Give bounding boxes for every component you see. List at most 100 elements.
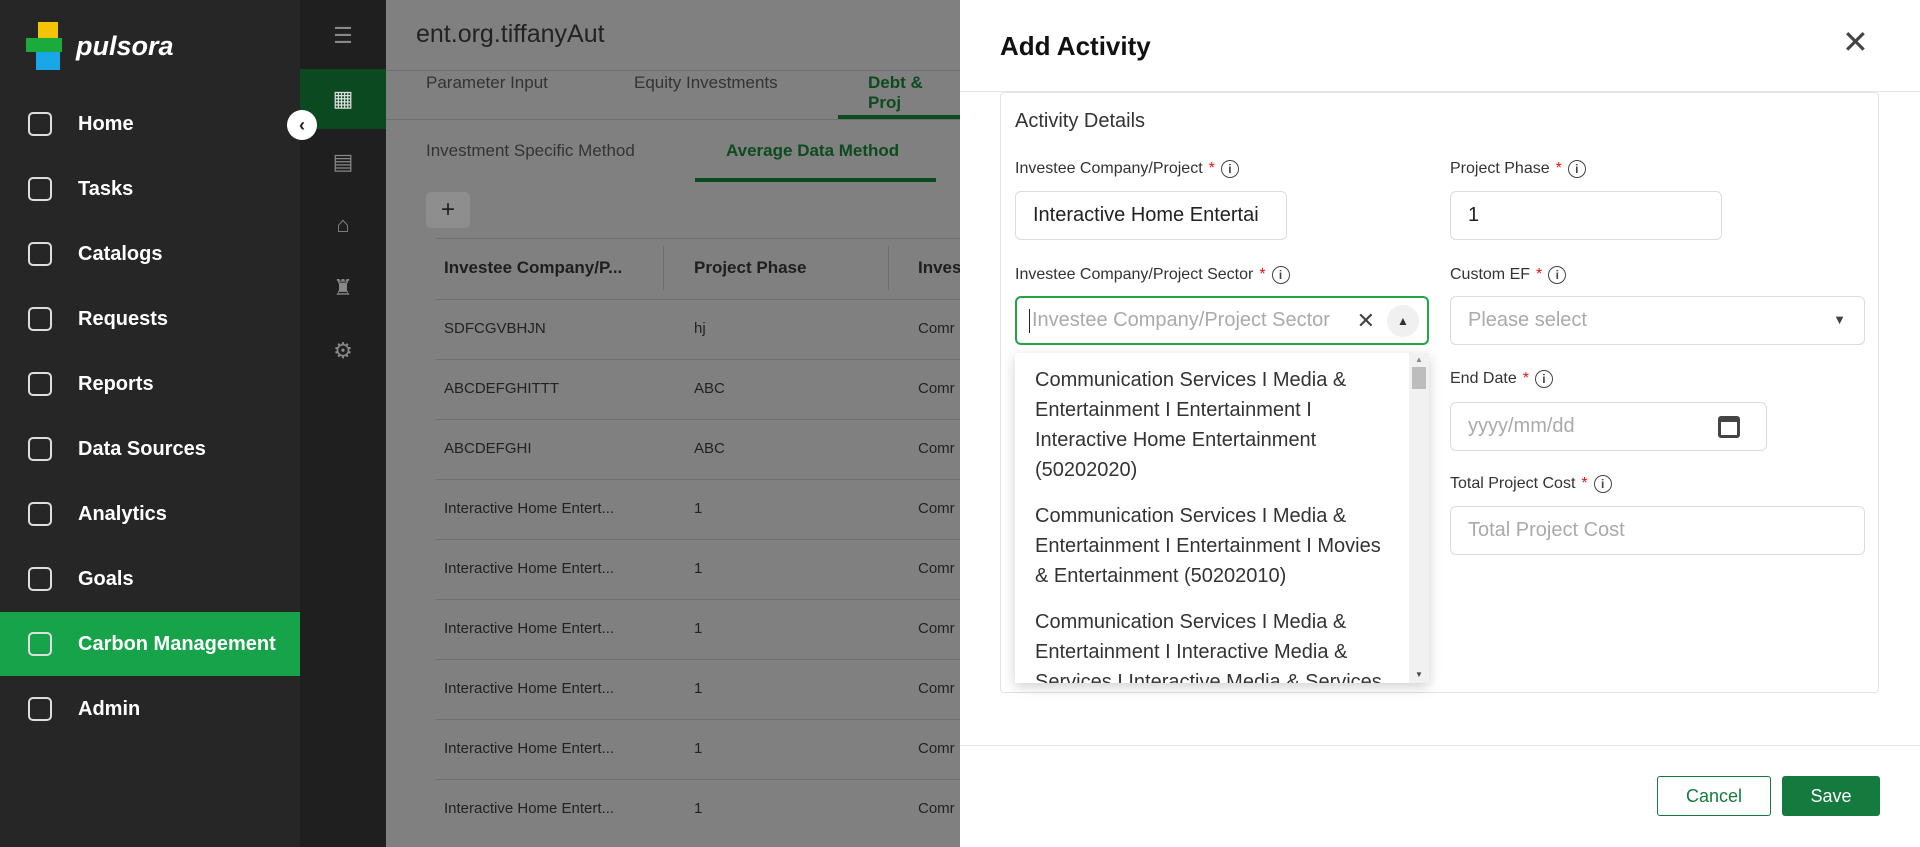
calendar-icon[interactable]: [1718, 416, 1740, 438]
settings-icon[interactable]: ⚙: [300, 321, 386, 381]
drawer-title: Add Activity: [1000, 31, 1151, 61]
chevron-up-icon[interactable]: ▲: [1387, 305, 1419, 337]
brand-name: pulsora: [76, 30, 174, 61]
sector-dropdown-list: Communication Services I Media & Enterta…: [1015, 353, 1429, 683]
sidebar-item-admin[interactable]: Admin: [0, 677, 300, 741]
info-icon[interactable]: i: [1220, 160, 1239, 178]
document-icon: [28, 242, 52, 266]
table-cell: 1: [694, 800, 703, 817]
table-cell: Comr: [918, 560, 955, 577]
info-icon[interactable]: i: [1271, 266, 1290, 284]
sidebar: pulsora Home Tasks Catalogs Requests Reports…: [0, 0, 300, 847]
chart-icon: [28, 502, 52, 526]
info-icon[interactable]: i: [1593, 475, 1612, 493]
ledger-icon[interactable]: ▤: [300, 132, 386, 192]
logo: pulsora: [24, 22, 174, 70]
sector-placeholder: Investee Company/Project Sector: [1032, 309, 1330, 331]
sector-combobox[interactable]: Investee Company/Project Sector ✕ ▲: [1015, 296, 1429, 345]
phase-label: Project Phase * i: [1450, 160, 1586, 178]
user-check-icon: [28, 697, 52, 721]
sidebar-item-goals[interactable]: Goals: [0, 547, 300, 611]
total-cost-input[interactable]: Total Project Cost: [1450, 506, 1865, 555]
sector-option[interactable]: Communication Services I Media & Enterta…: [1015, 365, 1409, 485]
sidebar-item-label: Goals: [78, 567, 134, 590]
target-icon: [28, 567, 52, 591]
reports-icon: [28, 372, 52, 396]
tab-debt-project[interactable]: Debt & Proj: [868, 73, 960, 113]
table-cell: 1: [694, 500, 703, 517]
sidebar-item-label: Analytics: [78, 502, 167, 525]
table-cell: hj: [694, 320, 706, 337]
sidebar-item-tasks[interactable]: Tasks: [0, 157, 300, 221]
table-cell: Comr: [918, 800, 955, 817]
table-cell: Comr: [918, 440, 955, 457]
sidebar-item-catalogs[interactable]: Catalogs: [0, 222, 300, 286]
home-icon: [28, 112, 52, 136]
end-date-input[interactable]: yyyy/mm/dd: [1450, 402, 1767, 451]
sidebar-item-label: Carbon Management: [78, 632, 276, 655]
close-icon[interactable]: ✕: [1842, 26, 1869, 58]
sidebar-item-data-sources[interactable]: Data Sources: [0, 417, 300, 481]
sidebar-item-carbon-management[interactable]: Carbon Management: [0, 612, 300, 676]
requests-icon: [28, 307, 52, 331]
cloud-co2-icon: [28, 632, 52, 656]
sidebar-item-label: Reports: [78, 372, 154, 395]
sidebar-item-label: Admin: [78, 697, 141, 720]
table-cell: Comr: [918, 320, 955, 337]
sidebar-item-label: Data Sources: [78, 437, 206, 460]
scrollbar[interactable]: ▲ ▼: [1409, 353, 1429, 683]
factory-icon[interactable]: ♜: [300, 258, 386, 318]
subtab-average-data[interactable]: Average Data Method: [726, 141, 899, 161]
table-cell: 1: [694, 560, 703, 577]
column-header[interactable]: Inves: [918, 258, 961, 278]
table-cell: Comr: [918, 740, 955, 757]
table-cell: 1: [694, 620, 703, 637]
column-header[interactable]: Investee Company/P...: [444, 258, 622, 278]
sidebar-item-label: Catalogs: [78, 242, 163, 265]
table-cell: SDFCGVBHJN: [444, 320, 546, 337]
phase-input[interactable]: 1: [1450, 191, 1722, 240]
sidebar-item-requests[interactable]: Requests: [0, 287, 300, 351]
sector-option[interactable]: Communication Services I Media & Enterta…: [1015, 607, 1409, 683]
company-label: Investee Company/Project * i: [1015, 160, 1239, 178]
tab-equity-investments[interactable]: Equity Investments: [634, 73, 778, 93]
table-cell: Interactive Home Entert...: [444, 740, 615, 757]
column-header[interactable]: Project Phase: [694, 258, 806, 278]
main-content: ent.org.tiffanyAut Parameter Input Equit…: [386, 0, 968, 847]
end-date-label: End Date * i: [1450, 370, 1553, 388]
table-cell: Comr: [918, 380, 955, 397]
pulsora-logo-icon: [24, 22, 68, 70]
sector-option[interactable]: Communication Services I Media & Enterta…: [1015, 501, 1409, 591]
sidebar-item-label: Home: [78, 112, 134, 135]
table-cell: Interactive Home Entert...: [444, 500, 615, 517]
chevron-down-icon: ▼: [1833, 312, 1846, 327]
table-cell: ABC: [694, 440, 725, 457]
table-cell: ABCDEFGHITTT: [444, 380, 559, 397]
add-row-button[interactable]: +: [426, 192, 470, 228]
sidebar-item-analytics[interactable]: Analytics: [0, 482, 300, 546]
table-cell: 1: [694, 740, 703, 757]
sector-label: Investee Company/Project Sector * i: [1015, 266, 1290, 284]
buildings-icon[interactable]: ⌂: [300, 195, 386, 255]
add-activity-drawer: Add Activity ✕ Activity Details Investee…: [960, 0, 1920, 847]
table-cell: Interactive Home Entert...: [444, 800, 615, 817]
section-title: Activity Details: [1015, 110, 1146, 132]
info-icon[interactable]: i: [1548, 266, 1567, 284]
subtab-investment-specific[interactable]: Investment Specific Method: [426, 141, 635, 161]
company-input[interactable]: Interactive Home Entertai: [1015, 191, 1287, 240]
info-icon[interactable]: i: [1567, 160, 1586, 178]
sidebar-item-home[interactable]: Home: [0, 92, 300, 156]
table-cell: Interactive Home Entert...: [444, 620, 615, 637]
info-icon[interactable]: i: [1534, 370, 1553, 388]
menu-toggle-icon[interactable]: ☰: [300, 18, 386, 54]
custom-ef-select[interactable]: Please select ▼: [1450, 296, 1865, 345]
sidebar-item-reports[interactable]: Reports: [0, 352, 300, 416]
table-cell: Comr: [918, 680, 955, 697]
cancel-button[interactable]: Cancel: [1657, 776, 1771, 816]
sidebar-item-label: Tasks: [78, 177, 134, 200]
table-cell: Interactive Home Entert...: [444, 680, 615, 697]
save-button[interactable]: Save: [1782, 776, 1880, 816]
clear-icon[interactable]: ✕: [1357, 308, 1375, 334]
tab-parameter-input[interactable]: Parameter Input: [426, 73, 548, 93]
collapse-sidebar-button[interactable]: ‹: [287, 110, 317, 140]
